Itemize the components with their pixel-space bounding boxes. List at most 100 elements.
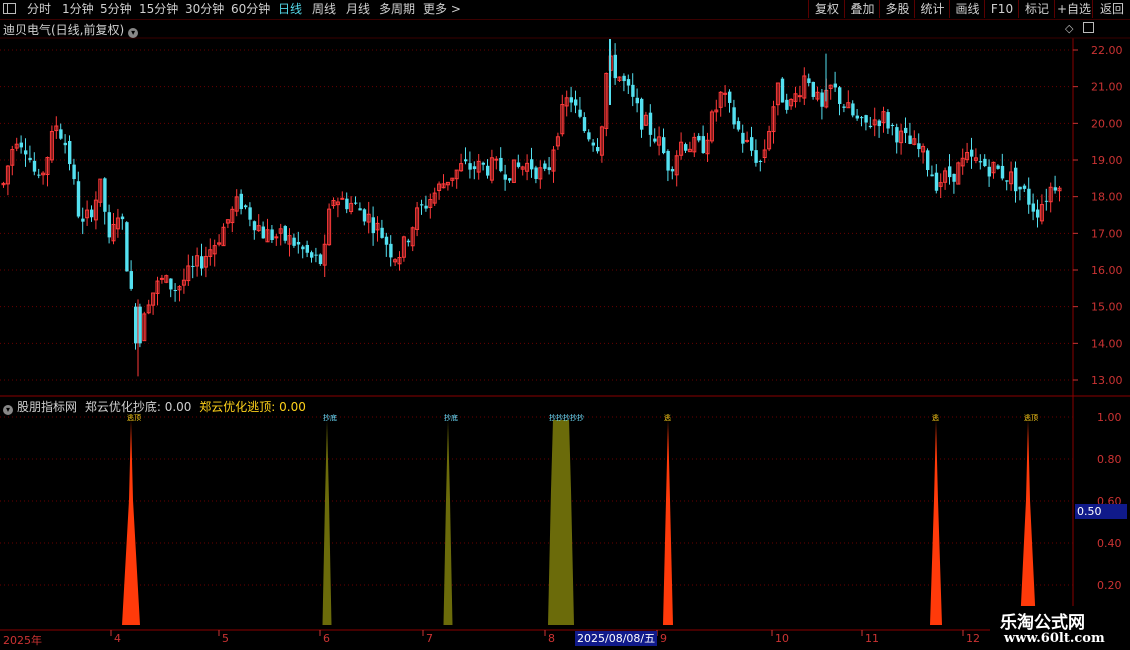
candle-body-up xyxy=(745,139,750,142)
signal-tag: 抄底 xyxy=(323,413,337,422)
candle-body-down xyxy=(842,106,846,108)
candle-body-down xyxy=(750,137,754,151)
candle-body-down xyxy=(697,135,701,141)
x-label-sep: 9 xyxy=(660,632,667,645)
buy-signal-spike[interactable] xyxy=(548,420,574,625)
candle-body-down xyxy=(684,144,688,151)
candle-body-down xyxy=(129,271,133,289)
chart-canvas[interactable]: 22.00 21.00 20.00 19.00 18.00 17.00 16.00 15.00… xyxy=(0,0,1130,650)
chevron-down-icon[interactable]: ▾ xyxy=(128,28,139,38)
candle-body-down xyxy=(833,83,837,88)
candle-body-down xyxy=(120,216,125,220)
sell-signal-spike[interactable] xyxy=(1020,420,1036,625)
price-axis: 22.00 21.00 20.00 19.00 18.00 17.00 16.00 15.00… xyxy=(1073,44,1123,387)
candle-body-down xyxy=(1000,165,1005,179)
candle-body-down xyxy=(173,290,177,292)
candle-body-down xyxy=(978,161,983,163)
candle-body-down xyxy=(200,256,204,269)
price-tick-label: 13.00 xyxy=(1091,374,1123,387)
sell-signal-label: 郑云优化逃顶: xyxy=(199,400,276,414)
signal-series[interactable]: 逃顶 抄底 抄底 抄抄抄抄抄逃逃逃顶 xyxy=(122,413,1038,625)
candle-body-down xyxy=(728,91,732,103)
panel-toggle-icon[interactable] xyxy=(1083,22,1094,33)
candle-body-down xyxy=(855,115,859,119)
candle-body-down xyxy=(948,166,952,178)
candle-body-down xyxy=(283,226,287,241)
sell-signal-value: 0.00 xyxy=(279,400,306,414)
candle-body-down xyxy=(406,240,411,243)
price-grid xyxy=(0,49,1073,381)
buy-signal-spike[interactable] xyxy=(443,420,453,625)
x-label-dec: 12 xyxy=(966,632,980,645)
candle-body-down xyxy=(732,107,736,125)
candle-body-down xyxy=(741,132,745,144)
candle-body-up xyxy=(159,277,164,280)
candle-body-down xyxy=(28,157,32,161)
candle-body-down xyxy=(926,150,930,171)
candle-body-down xyxy=(701,136,705,154)
candle-body-down xyxy=(301,246,305,250)
candle-body-down xyxy=(534,167,538,179)
candle-body-down xyxy=(318,254,323,265)
chevron-down-icon[interactable]: ▾ xyxy=(3,405,13,415)
candle-body-down xyxy=(758,160,763,162)
candle-body-down xyxy=(1027,188,1031,205)
candle-body-up xyxy=(494,158,499,161)
candle-body-down xyxy=(1018,186,1022,190)
candle-body-down xyxy=(169,278,173,290)
candle-body-down xyxy=(37,174,41,176)
sell-signal-spike[interactable] xyxy=(663,420,673,625)
candle-body-down xyxy=(310,252,314,258)
candle-body-down xyxy=(138,306,142,344)
candle-body-down xyxy=(868,125,873,128)
candle-body-down xyxy=(486,165,490,176)
diamond-icon[interactable]: ◇ xyxy=(1065,22,1073,35)
x-label-aug: 8 xyxy=(548,632,555,645)
candle-body-down xyxy=(666,150,670,171)
indicator-source: 股朋指标网 xyxy=(17,400,78,414)
candle-body-down xyxy=(371,217,375,234)
candle-body-down xyxy=(820,92,824,107)
candlestick-series[interactable] xyxy=(1,39,1062,377)
candle-body-down xyxy=(261,226,265,239)
candle-body-down xyxy=(754,150,758,163)
price-tick-label: 16.00 xyxy=(1091,264,1123,277)
signal-tag: 逃 xyxy=(932,413,939,422)
panel-controls: ◇ xyxy=(1065,22,1094,35)
candle-body-down xyxy=(389,243,393,258)
candle-body-down xyxy=(838,87,842,104)
candle-body-down xyxy=(481,162,485,165)
candle-body-down xyxy=(582,117,587,132)
price-tick-label: 19.00 xyxy=(1091,154,1123,167)
candle-body-down xyxy=(587,132,591,140)
price-tick-label: 20.00 xyxy=(1091,117,1123,130)
candle-body-down xyxy=(917,143,921,150)
candle-body-down xyxy=(640,98,644,130)
sell-signal-spike[interactable] xyxy=(930,420,942,625)
candle-body-down xyxy=(890,124,895,126)
x-label-apr: 4 xyxy=(114,632,121,645)
price-tick-label: 18.00 xyxy=(1091,191,1123,204)
buy-signal-spike[interactable] xyxy=(322,420,332,625)
candle-body-down xyxy=(662,137,666,154)
candle-body-down xyxy=(191,265,195,267)
y-cursor-value: 0.50 xyxy=(1075,504,1127,519)
candle-body-down xyxy=(252,221,257,231)
price-tick-label: 15.00 xyxy=(1091,301,1123,314)
candle-body-down xyxy=(930,174,934,177)
candle-body-down xyxy=(248,207,252,220)
candle-body-down xyxy=(811,81,815,97)
candle-body-down xyxy=(244,205,248,208)
candle-body-down xyxy=(1031,203,1035,212)
sell-signal-spike[interactable] xyxy=(122,420,140,625)
candle-body-down xyxy=(508,178,512,181)
x-axis-ticks xyxy=(110,630,964,636)
candle-body-down xyxy=(736,121,741,130)
candle-body-down xyxy=(613,54,617,79)
price-tick-label: 22.00 xyxy=(1091,44,1123,57)
candle-body-down xyxy=(895,127,899,143)
candle-body-down xyxy=(384,236,389,245)
candle-body-down xyxy=(125,222,129,272)
candle-body-down xyxy=(76,181,81,217)
signal-tag: 逃 xyxy=(664,413,671,422)
